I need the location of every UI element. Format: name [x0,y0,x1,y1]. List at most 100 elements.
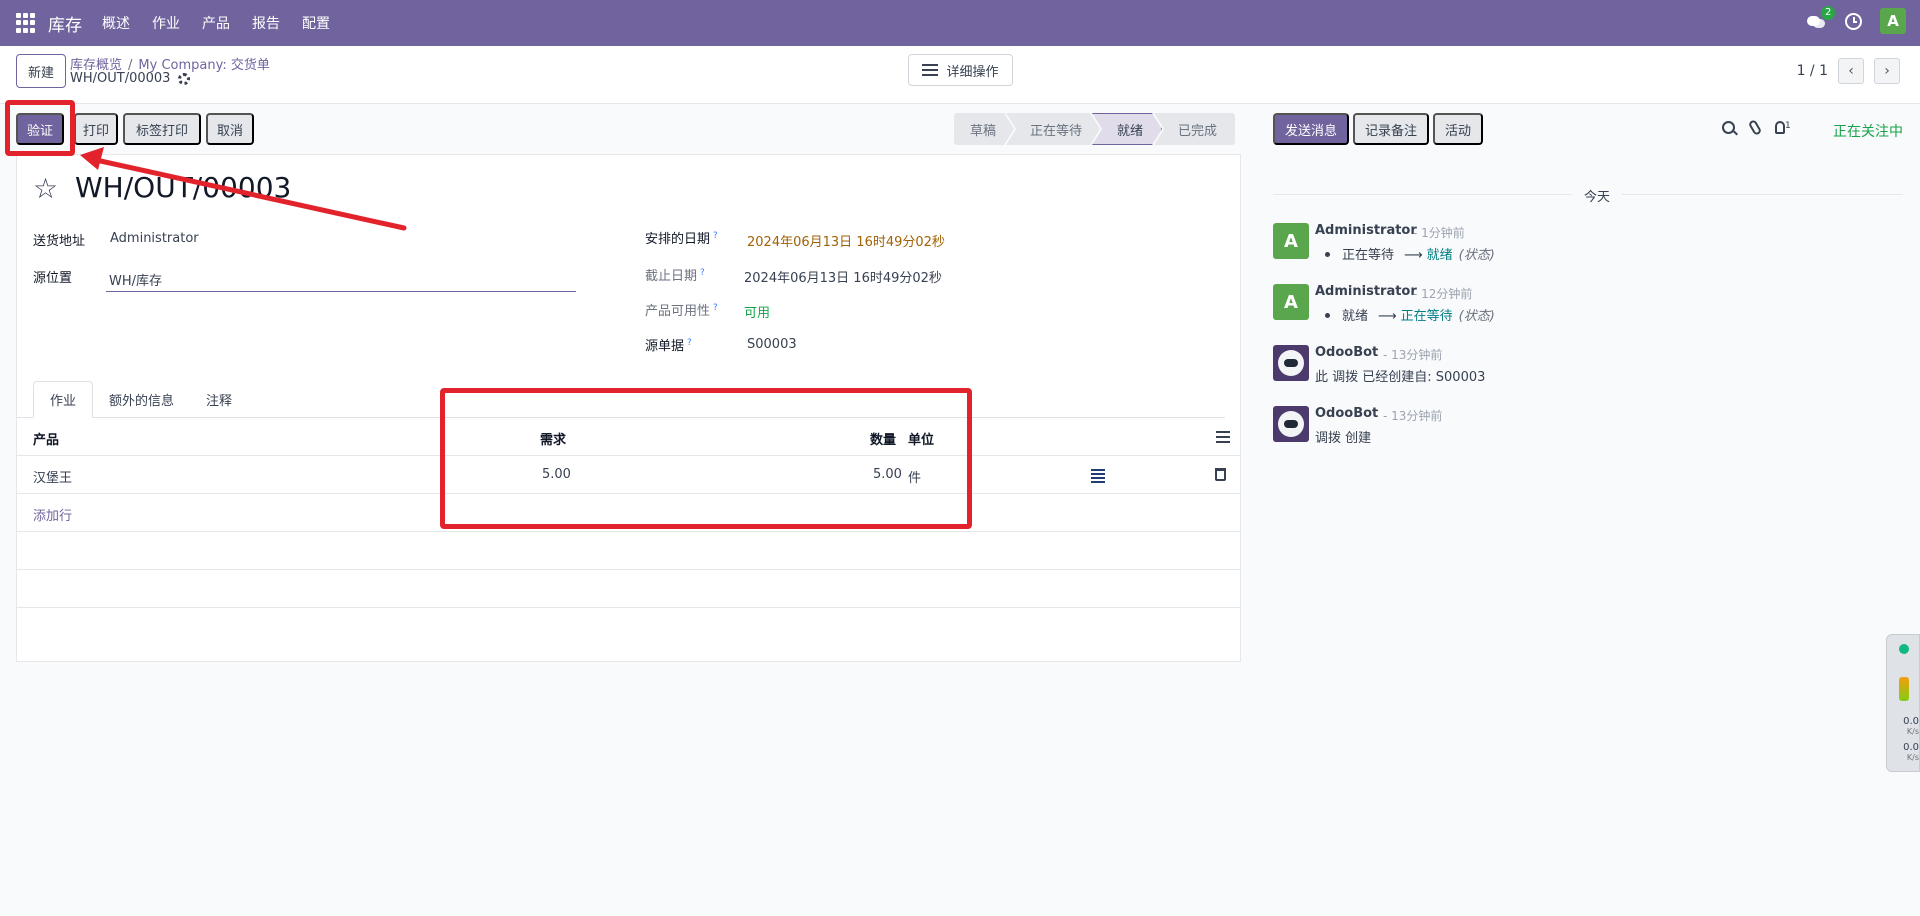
menu-icon [922,64,939,76]
add-line-row: 添加行 [17,494,1240,532]
pager-next-button[interactable]: › [1874,58,1900,84]
stage-done[interactable]: 已完成 [1154,113,1236,145]
arrow-right-icon: ⟶ [1378,309,1397,324]
add-line-link[interactable]: 添加行 [33,505,72,524]
empty-row [17,570,1240,608]
trash-icon[interactable] [1215,468,1226,481]
message-author[interactable]: OdooBot [1315,345,1378,360]
temperature-icon [1899,677,1909,701]
record-name-text: WH/OUT/00003 [70,71,171,86]
avatar[interactable]: A [1273,223,1309,259]
tab-additional-info[interactable]: 额外的信息 [93,381,190,418]
message-time: - 1分钟前 [1413,226,1465,240]
clock-icon[interactable] [1845,12,1862,30]
followers-icon[interactable]: 1 [1775,121,1791,134]
column-product[interactable]: 产品 [33,429,59,448]
pager-value[interactable]: 1 / 1 [1797,63,1828,79]
star-icon[interactable]: ☆ [33,175,58,203]
print-button[interactable]: 打印 [74,113,118,145]
download-speed: 0.0 K/s [1903,742,1919,763]
stage-ready[interactable]: 就绪 [1092,113,1162,145]
chatter-topbar-icons: 1 [1722,119,1791,136]
gear-icon[interactable] [178,72,191,85]
help-icon[interactable]: ? [713,303,718,313]
tab-note[interactable]: 注释 [190,381,248,418]
date-divider-label: 今天 [1572,186,1623,205]
record-name: WH/OUT/00003 [70,71,191,86]
deadline-label: 截止日期? [645,267,705,284]
details-list-icon[interactable] [1091,469,1105,483]
menu-overview[interactable]: 概述 [102,13,130,33]
deadline-value: 2024年06月13日 16时49分02秒 [744,271,942,286]
tab-operations[interactable]: 作业 [33,381,94,418]
follower-count: 1 [1785,121,1791,131]
row-demand[interactable]: 5.00 [542,467,571,482]
message-body: 就绪 ⟶ 正在等待 (状态) [1315,305,1495,324]
delivery-address-value[interactable]: Administrator [110,231,199,246]
form-toolbar: 验证 打印 标签打印 取消 草稿 正在等待 就绪 已完成 [0,104,1250,154]
menu-products[interactable]: 产品 [202,13,230,33]
table-row[interactable]: 汉堡王 5.00 5.00 件 [17,456,1240,494]
message-time: - 13分钟前 [1383,409,1443,423]
source-location-field[interactable]: WH/库存 [106,268,576,292]
menu-configuration[interactable]: 配置 [302,13,330,33]
source-document-label: 源单据? [645,337,692,354]
cancel-button[interactable]: 取消 [206,113,254,145]
message-time: - 13分钟前 [1383,348,1443,362]
chat-icon[interactable]: 2 [1807,6,1836,30]
message-author[interactable]: Administrator [1315,284,1417,299]
availability-label: 产品可用性? [645,302,718,319]
record-title: WH/OUT/00003 [75,171,292,204]
navbar-systray: 2 A [1807,6,1906,34]
menu-operations[interactable]: 作业 [152,13,180,33]
status-dot-icon [1899,644,1909,654]
message-author[interactable]: OdooBot [1315,406,1378,421]
scheduled-date-label: 安排的日期? [645,230,718,247]
row-product[interactable]: 汉堡王 [33,467,72,486]
paperclip-icon[interactable] [1747,119,1763,136]
message-author[interactable]: Administrator [1315,223,1417,238]
source-document-value[interactable]: S00003 [747,337,797,352]
empty-row [17,532,1240,570]
apps-grid-icon[interactable] [16,13,36,33]
scheduled-date-value[interactable]: 2024年06月13日 16时49分02秒 [747,231,945,250]
help-icon[interactable]: ? [687,338,692,348]
send-message-button[interactable]: 发送消息 [1273,113,1350,145]
column-settings-icon[interactable] [1216,431,1230,443]
delivery-address-label: 送货地址 [33,234,86,249]
avatar[interactable]: A [1273,284,1309,320]
message-time: - 12分钟前 [1413,287,1473,301]
log-note-button[interactable]: 记录备注 [1353,113,1430,145]
actions-button[interactable]: 详细操作 [908,54,1013,86]
column-quantity[interactable]: 数量 [870,429,896,448]
column-demand[interactable]: 需求 [540,429,566,448]
operations-table: 产品 需求 数量 单位 汉堡王 5.00 5.00 件 添加行 [17,418,1240,608]
validate-button[interactable]: 验证 [16,113,64,145]
network-monitor-widget[interactable]: 0.0 K/s 0.0 K/s [1886,634,1920,772]
new-button[interactable]: 新建 [16,54,66,88]
top-navbar: 库存 概述 作业 产品 报告 配置 2 A [0,0,1920,46]
main-menu: 概述 作业 产品 报告 配置 [102,13,330,33]
app-name[interactable]: 库存 [48,11,82,36]
stage-draft[interactable]: 草稿 [954,113,1014,145]
row-unit[interactable]: 件 [908,467,921,486]
label-print-button[interactable]: 标签打印 [123,113,201,145]
column-unit[interactable]: 单位 [908,429,934,448]
menu-reporting[interactable]: 报告 [252,13,280,33]
availability-value: 可用 [744,306,771,321]
odoobot-avatar[interactable] [1273,406,1309,442]
help-icon[interactable]: ? [713,231,718,241]
odoobot-avatar[interactable] [1273,345,1309,381]
user-avatar[interactable]: A [1880,8,1906,34]
pager-previous-button[interactable]: ‹ [1838,58,1864,84]
activity-button[interactable]: 活动 [1433,113,1484,145]
search-icon[interactable] [1722,121,1735,134]
chevron-left-icon: ‹ [1848,63,1854,79]
row-quantity[interactable]: 5.00 [873,467,902,482]
stage-waiting[interactable]: 正在等待 [1006,113,1100,145]
source-location-label: 源位置 [33,271,73,286]
following-button[interactable]: 正在关注中 [1833,121,1903,141]
upload-speed: 0.0 K/s [1903,716,1919,737]
message-body: 正在等待 ⟶ 就绪 (状态) [1315,244,1495,263]
help-icon[interactable]: ? [700,268,705,278]
